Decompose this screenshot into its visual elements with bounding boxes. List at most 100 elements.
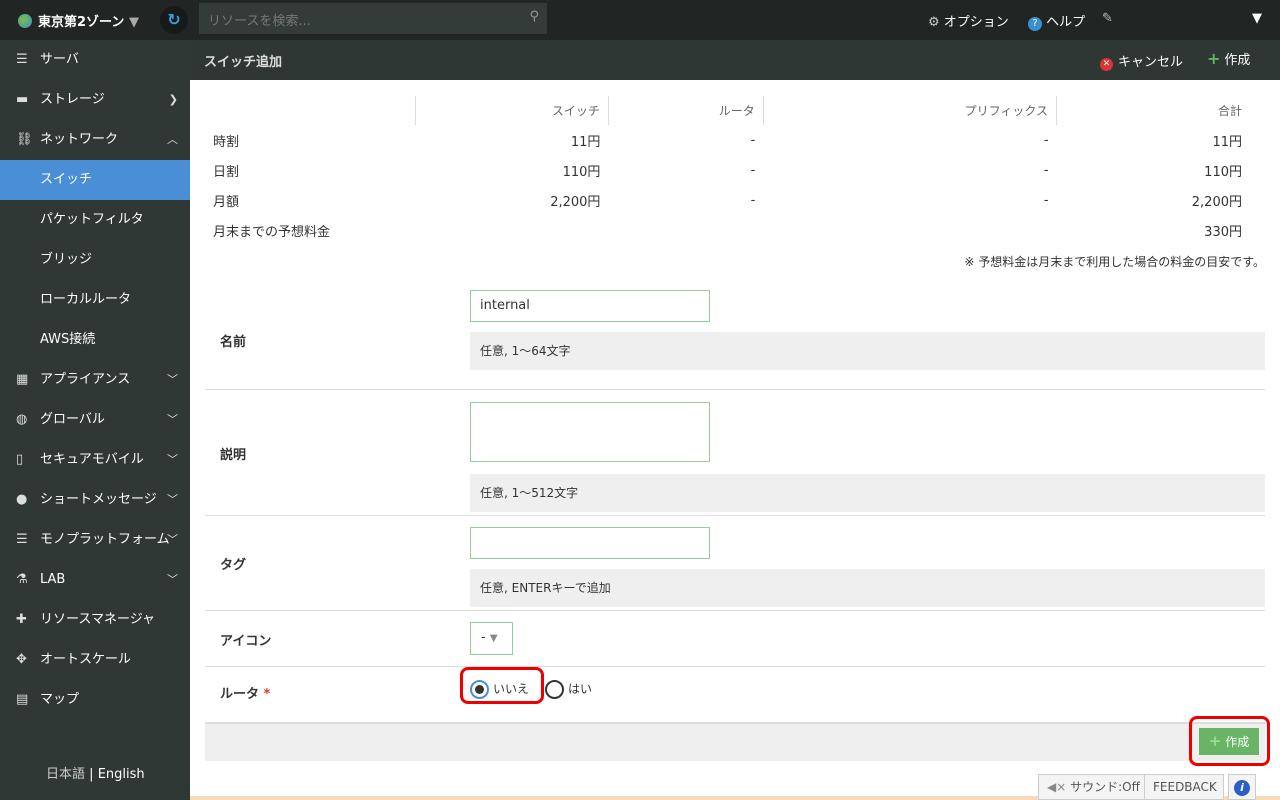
sidebar-item-global[interactable]: ◍ グローバル ﹀: [0, 400, 190, 440]
required-mark: *: [263, 687, 271, 702]
router-label: ルータ: [220, 687, 260, 702]
label: アプライアンス: [40, 372, 131, 387]
label: ストレージ: [40, 92, 105, 107]
feedback-button[interactable]: FEEDBACK: [1144, 774, 1224, 800]
chevron-down-icon: ﹀: [167, 413, 178, 426]
name-label: 名前: [220, 335, 247, 350]
radio-unchecked-icon[interactable]: [545, 680, 564, 699]
label: グローバル: [40, 412, 105, 427]
chevron-down-icon: ﹀: [167, 373, 178, 386]
sidebar-item-mono-platform[interactable]: ☰ モノプラットフォーム ﹀: [0, 520, 190, 560]
cancel-label: キャンセル: [1118, 55, 1184, 70]
tag-hint: 任意, ENTERキーで追加: [470, 569, 1265, 607]
arrows-icon: ✥: [16, 652, 27, 667]
label: スイッチ: [40, 172, 93, 187]
label: モノプラットフォーム: [40, 532, 170, 547]
search-icon: ⚲: [529, 9, 539, 24]
create-button-header[interactable]: + 作成: [1207, 49, 1250, 68]
label: ブリッジ: [40, 252, 93, 267]
tag-input[interactable]: [470, 527, 710, 559]
lang-en[interactable]: English: [98, 767, 145, 782]
sidebar-item-packet-filter[interactable]: パケットフィルタ: [0, 200, 190, 240]
name-input[interactable]: internal: [470, 290, 710, 322]
platform-icon: ☰: [16, 532, 28, 547]
search-input[interactable]: リソースを検索... ⚲: [199, 3, 547, 34]
help-icon: ?: [1028, 17, 1042, 31]
highlight-router-no: [460, 667, 544, 704]
page-title: スイッチ追加: [204, 55, 283, 70]
name-hint: 任意, 1〜64文字: [470, 332, 1265, 370]
sound-toggle[interactable]: ◀× サウンド:Off: [1038, 774, 1149, 800]
sidebar-item-autoscale[interactable]: ✥ オートスケール: [0, 640, 190, 680]
cell: 110円: [1204, 164, 1242, 180]
cell: [763, 215, 1056, 245]
sidebar-item-storage[interactable]: ▬ ストレージ ❯: [0, 80, 190, 120]
sidebar-item-map[interactable]: ▤ マップ: [0, 680, 190, 720]
appliance-icon: ▦: [16, 372, 29, 387]
sidebar-item-network[interactable]: ⛓ ネットワーク ︿: [0, 120, 190, 160]
cell: 2,200円: [1191, 194, 1242, 210]
plus-icon: +: [1207, 49, 1221, 68]
table-header: スイッチ ルータ プリフィックス 合計: [205, 96, 1250, 125]
sidebar-item-lab[interactable]: ⚗ LAB ﹀: [0, 560, 190, 600]
sidebar-item-appliance[interactable]: ▦ アプライアンス ﹀: [0, 360, 190, 400]
sidebar-item-secure-mobile[interactable]: ▯ セキュアモバイル ﹀: [0, 440, 190, 480]
zone-name: 東京第2ゾーン: [38, 15, 125, 30]
globe-icon: [18, 14, 32, 28]
cell: 時割: [213, 134, 240, 150]
globe-icon: ◍: [16, 412, 28, 427]
highlight-create-button: [1189, 716, 1270, 766]
description-textarea[interactable]: [470, 402, 710, 462]
feather-icon[interactable]: ✎: [1102, 11, 1113, 26]
sidebar-item-local-router[interactable]: ローカルルータ: [0, 280, 190, 320]
chevron-down-icon: ❯: [168, 93, 178, 106]
zone-selector[interactable]: 東京第2ゾーン ▼: [18, 11, 139, 30]
cell: [415, 215, 608, 245]
sidebar-item-aws[interactable]: AWS接続: [0, 320, 190, 360]
cell: 330円: [1204, 224, 1242, 240]
sidebar-item-server[interactable]: ☰ サーバ: [0, 40, 190, 80]
table-row: 時割 11円 - - 11円: [205, 125, 1250, 155]
map-icon: ▤: [16, 692, 29, 707]
help-button[interactable]: ? ヘルプ: [1028, 11, 1085, 31]
col: ルータ: [607, 96, 764, 125]
gear-icon: ⚙: [928, 15, 940, 30]
cell: 月末までの予想料金: [213, 224, 331, 240]
chevron-down-icon: ﹀: [167, 573, 178, 586]
sidebar-item-resource-manager[interactable]: ✚ リソースマネージャ: [0, 600, 190, 640]
caret-down-icon: ▼: [128, 15, 139, 30]
cell: 2,200円: [550, 194, 601, 210]
table-row: 月末までの予想料金 330円: [205, 215, 1250, 245]
menu-dropdown-icon[interactable]: ▼: [1252, 11, 1262, 26]
create-label: 作成: [1224, 53, 1251, 68]
icon-select[interactable]: - ▼: [470, 622, 513, 655]
label: AWS接続: [40, 332, 96, 347]
cancel-button[interactable]: ✕ キャンセル: [1100, 51, 1183, 71]
col: スイッチ: [414, 96, 609, 125]
icon-row: アイコン - ▼: [205, 611, 1265, 667]
info-icon: i: [1234, 780, 1250, 796]
top-bar: 東京第2ゾーン ▼ ↻ リソースを検索... ⚲ ⚙ オプション ? ヘルプ ✎ …: [0, 0, 1280, 40]
server-icon: ☰: [16, 52, 28, 67]
sidebar-item-switch[interactable]: スイッチ: [0, 160, 190, 200]
chevron-down-icon: ﹀: [167, 453, 178, 466]
options-button[interactable]: ⚙ オプション: [928, 11, 1009, 30]
sidebar-item-bridge[interactable]: ブリッジ: [0, 240, 190, 280]
label: ローカルルータ: [40, 292, 132, 307]
refresh-button[interactable]: ↻: [160, 6, 188, 34]
cell: -: [750, 132, 756, 148]
help-label: ヘルプ: [1046, 15, 1086, 30]
label: ネットワーク: [40, 132, 119, 147]
col: プリフィックス: [762, 96, 1057, 125]
network-icon: ⛓: [16, 132, 33, 147]
cell: -: [750, 162, 756, 178]
options-label: オプション: [943, 15, 1009, 30]
sidebar-item-sms[interactable]: ● ショートメッセージ ﹀: [0, 480, 190, 520]
lang-ja[interactable]: 日本語: [46, 767, 85, 782]
label: パケットフィルタ: [40, 212, 144, 227]
cell: 110円: [562, 164, 601, 180]
router-yes-option[interactable]: はい: [545, 680, 592, 699]
label: マップ: [40, 692, 80, 707]
info-button[interactable]: i: [1228, 774, 1256, 800]
search-placeholder: リソースを検索...: [208, 14, 311, 29]
